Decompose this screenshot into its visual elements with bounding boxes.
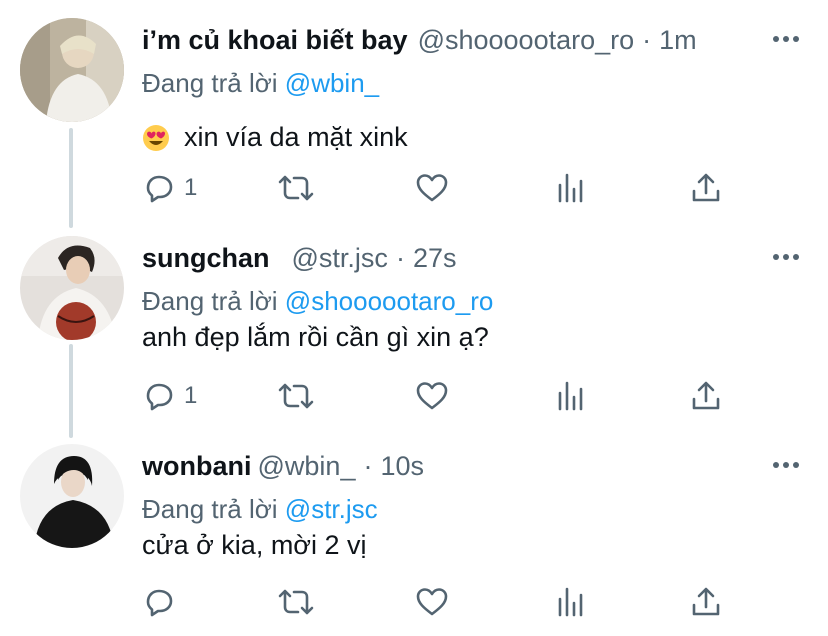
separator-dot: · [395, 242, 405, 273]
share-button[interactable] [690, 168, 722, 208]
replying-prefix: Đang trả lời [142, 68, 278, 98]
action-bar [0, 582, 828, 622]
mention-link[interactable]: @shoooootaro_ro [285, 286, 494, 316]
analytics-button[interactable] [556, 376, 586, 416]
tweet-text-content: anh đẹp lắm rồi cần gì xin ạ? [142, 322, 489, 352]
replying-prefix: Đang trả lời [142, 494, 278, 524]
more-options-button[interactable] [768, 242, 804, 272]
timestamp[interactable]: 27s [413, 243, 457, 274]
reply-icon [146, 383, 173, 411]
tweet-text-content: xin vía da mặt xink [184, 122, 408, 152]
tweet[interactable]: wonbani @wbin_ · 10s Đang trả lời @str.j… [0, 444, 828, 634]
action-bar: 1 [0, 376, 828, 416]
separator-dot: · [363, 450, 373, 481]
like-button[interactable] [414, 376, 450, 416]
analytics-button[interactable] [556, 582, 586, 622]
like-button[interactable] [414, 582, 450, 622]
user-handle[interactable]: @shoooootaro_ro [418, 25, 635, 56]
mention-link[interactable]: @str.jsc [285, 494, 378, 524]
action-bar: 1 [0, 168, 828, 208]
retweet-button[interactable] [276, 168, 316, 208]
retweet-button[interactable] [276, 582, 316, 622]
retweet-button[interactable] [276, 376, 316, 416]
reply-count: 1 [184, 174, 198, 201]
analytics-button[interactable] [556, 168, 586, 208]
share-button[interactable] [690, 376, 722, 416]
more-options-button[interactable] [768, 450, 804, 480]
retweet-icon [278, 589, 314, 615]
more-horizontal-icon [773, 254, 799, 260]
reply-button[interactable]: 1 [142, 168, 197, 208]
share-icon [692, 381, 720, 410]
retweet-icon [278, 383, 314, 409]
analytics-icon [558, 381, 583, 411]
tweet[interactable]: i’m củ khoai biết bay @shoooootaro_ro · … [0, 18, 828, 218]
separator-dot: · [642, 24, 652, 55]
user-handle[interactable]: @wbin_ [258, 451, 356, 482]
reply-button[interactable]: 1 [142, 376, 197, 416]
reply-button[interactable] [142, 582, 184, 622]
like-button[interactable] [414, 168, 450, 208]
display-name[interactable]: i’m củ khoai biết bay [142, 25, 408, 56]
share-icon [692, 587, 720, 616]
timestamp[interactable]: 1m [659, 25, 697, 56]
share-button[interactable] [690, 582, 722, 622]
analytics-icon [558, 587, 583, 617]
user-handle[interactable]: @str.jsc [292, 243, 388, 274]
display-name[interactable]: wonbani [142, 451, 252, 482]
mention-link[interactable]: @wbin_ [285, 68, 379, 98]
tweet-text: xin vía da mặt xink [142, 122, 408, 153]
more-options-button[interactable] [768, 24, 804, 54]
display-name[interactable]: sungchan [142, 243, 270, 274]
heart-icon [416, 174, 448, 202]
retweet-icon [278, 175, 314, 201]
tweet-text: cửa ở kia, mời 2 vị [142, 530, 367, 561]
reply-icon [146, 175, 173, 203]
reply-count: 1 [184, 382, 198, 409]
replying-to: Đang trả lời @wbin_ [142, 68, 379, 99]
replying-to: Đang trả lời @shoooootaro_ro [142, 286, 493, 317]
share-icon [692, 173, 720, 202]
replying-to: Đang trả lời @str.jsc [142, 494, 378, 525]
tweet-header: i’m củ khoai biết bay @shoooootaro_ro · … [142, 18, 697, 62]
replying-prefix: Đang trả lời [142, 286, 278, 316]
analytics-icon [558, 173, 583, 203]
more-horizontal-icon [773, 36, 799, 42]
tweet-header: sungchan @str.jsc · 27s [142, 236, 456, 280]
heart-icon [416, 382, 448, 410]
avatar[interactable] [20, 236, 124, 340]
more-horizontal-icon [773, 462, 799, 468]
tweet-text-content: cửa ở kia, mời 2 vị [142, 530, 367, 560]
avatar[interactable] [20, 18, 124, 122]
tweet[interactable]: sungchan @str.jsc · 27s Đang trả lời @sh… [0, 236, 828, 436]
tweet-text: anh đẹp lắm rồi cần gì xin ạ? [142, 322, 489, 353]
heart-icon [416, 588, 448, 616]
heart-eyes-emoji-icon [143, 124, 169, 151]
tweet-header: wonbani @wbin_ · 10s [142, 444, 424, 488]
avatar[interactable] [20, 444, 124, 548]
reply-icon [146, 589, 173, 617]
timestamp[interactable]: 10s [380, 451, 424, 482]
